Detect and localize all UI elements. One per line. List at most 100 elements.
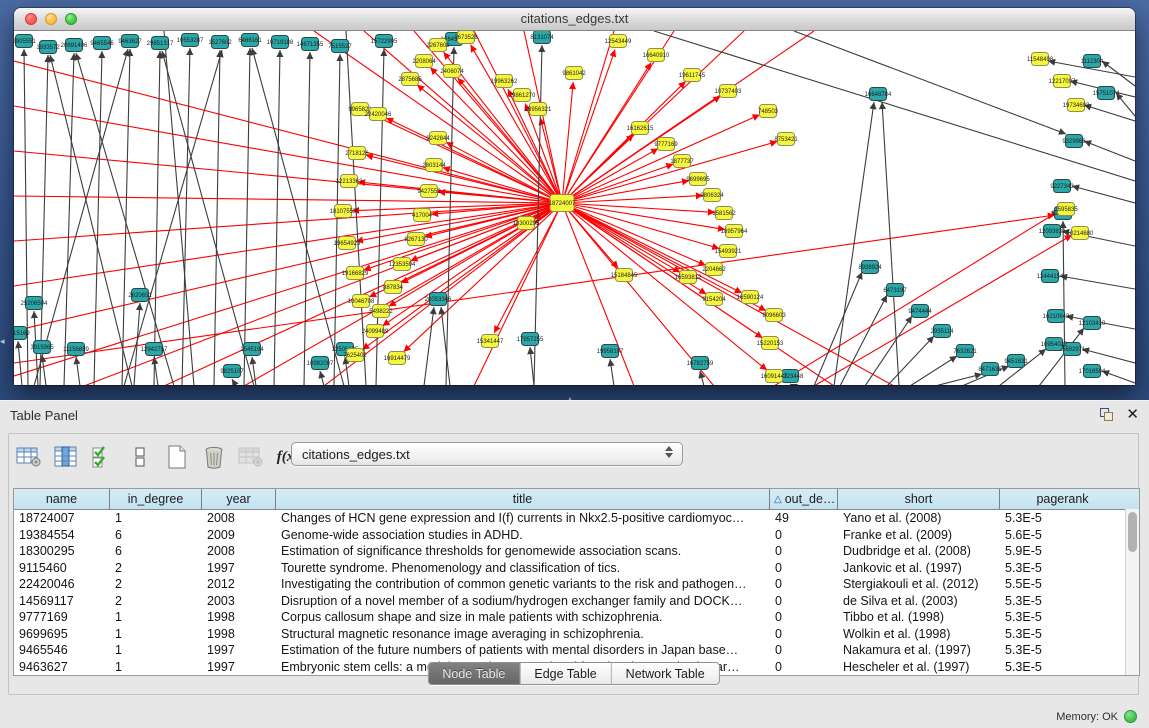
- graph-node-label: 8938924: [858, 265, 882, 271]
- graph-edge: [14, 196, 562, 203]
- network-view[interactable]: 1872400729055511933572206914069465546946…: [14, 31, 1135, 385]
- table-cell: 5.3E-5: [1000, 642, 1125, 659]
- table-cell: 0: [770, 560, 838, 577]
- column-header-out_de[interactable]: △out_de…: [770, 489, 838, 509]
- graph-edge: [562, 203, 634, 385]
- graph-edge: [441, 307, 450, 385]
- table-row[interactable]: 1872400712008Changes of HCN gene express…: [14, 510, 1139, 527]
- column-header-name[interactable]: name: [14, 489, 110, 509]
- table-row[interactable]: 1830029562008Estimation of significance …: [14, 543, 1139, 560]
- graph-node-label: 9227343: [1050, 184, 1074, 190]
- graph-edge: [1060, 276, 1135, 289]
- vertical-scrollbar[interactable]: [1125, 509, 1139, 675]
- table-cell: Estimation of the future numbers of pati…: [276, 642, 770, 659]
- table-body[interactable]: 1872400712008Changes of HCN gene express…: [14, 510, 1139, 675]
- table-cell: 1998: [202, 609, 276, 626]
- graph-node-label: 9861042: [562, 71, 586, 77]
- graph-node-label: 10737403: [715, 89, 742, 95]
- graph-node-label: 16640910: [643, 53, 670, 59]
- table-cell: Tourette syndrome. Phenomenology and cla…: [276, 560, 770, 577]
- graph-node-label: 11156889: [63, 347, 89, 353]
- graph-edge: [64, 53, 74, 385]
- table-row[interactable]: 2242004622012Investigating the contribut…: [14, 576, 1139, 593]
- column-header-year[interactable]: year: [202, 489, 276, 509]
- tab-network-table[interactable]: Network Table: [612, 663, 719, 684]
- graph-edge: [320, 371, 324, 385]
- memory-label: Memory: OK: [1056, 711, 1118, 723]
- graph-node-label: 8131074: [530, 35, 554, 41]
- graph-edge: [935, 374, 982, 385]
- table-cell: 5.3E-5: [1000, 659, 1125, 676]
- graph-node-label: 20691406: [61, 43, 88, 49]
- graph-node-label: 9465546: [90, 41, 114, 47]
- window-titlebar[interactable]: citations_edges.txt: [14, 8, 1135, 31]
- graph-edge: [304, 52, 310, 385]
- table-cell: 0: [770, 659, 838, 676]
- column-header-in_degree[interactable]: in_degree: [110, 489, 202, 509]
- table-cell: 1997: [202, 659, 276, 676]
- table-cell: 5.3E-5: [1000, 593, 1125, 610]
- table-panel-title: Table Panel: [10, 408, 78, 423]
- graph-node-label: 18107553: [330, 209, 357, 215]
- graph-node-label: 16590124: [737, 295, 764, 301]
- table-row[interactable]: 911546021997Tourette syndrome. Phenomeno…: [14, 560, 1139, 577]
- table-cell: 18724007: [14, 510, 110, 527]
- float-window-icon[interactable]: [1100, 408, 1115, 421]
- table-cell: 5.9E-5: [1000, 543, 1125, 560]
- graph-node-label: 1527602: [208, 40, 232, 46]
- column-header-pagerank[interactable]: pagerank: [1000, 489, 1125, 509]
- table-cell: Hescheler et al. (1997): [838, 659, 1000, 676]
- tab-edge-table[interactable]: Edge Table: [520, 663, 611, 684]
- table-header-row[interactable]: namein_degreeyeartitle△out_de…shortpager…: [14, 489, 1139, 510]
- table-cell: 9463627: [14, 659, 110, 676]
- table-toolbar: f(x): [15, 440, 302, 474]
- graph-node-label: 19861270: [509, 93, 536, 99]
- graph-node-label: 1545194: [240, 347, 264, 353]
- select-all-checkboxes-icon[interactable]: [89, 443, 117, 471]
- network-canvas[interactable]: 1872400729055511933572206914069465546946…: [14, 31, 1135, 385]
- graph-node-label: 9777169: [654, 142, 678, 148]
- table-cell: 2008: [202, 510, 276, 527]
- graph-edge: [814, 272, 862, 385]
- new-file-icon[interactable]: [163, 443, 191, 471]
- close-icon[interactable]: ✕: [1126, 405, 1139, 423]
- table-cell: 49: [770, 510, 838, 527]
- graph-node-label: 20053346: [425, 297, 452, 303]
- table-row[interactable]: 1938455462009Genome-wide association stu…: [14, 527, 1139, 544]
- table-type-tabs: Node TableEdge TableNetwork Table: [427, 662, 719, 685]
- table-cell: 2009: [202, 527, 276, 544]
- table-cell: 18300295: [14, 543, 110, 560]
- table-cell: 5.3E-5: [1000, 626, 1125, 643]
- table-cell: 22420046: [14, 576, 110, 593]
- table-row[interactable]: 977716911998Corpus callosum shape and si…: [14, 609, 1139, 626]
- tab-node-table[interactable]: Node Table: [428, 663, 520, 684]
- graph-node-label: 18957964: [721, 229, 748, 235]
- table-cell: 5.6E-5: [1000, 527, 1125, 544]
- desktop-background: citations_edges.txt 18724007290555119335…: [0, 0, 1149, 400]
- table-cell: Changes of HCN gene expression and I(f) …: [276, 510, 770, 527]
- table-row[interactable]: 969969511998Structural magnetic resonanc…: [14, 626, 1139, 643]
- select-columns-icon[interactable]: [52, 443, 80, 471]
- graph-node-label: 29851317: [147, 41, 174, 47]
- graph-node-label: 2935114: [931, 329, 955, 335]
- table-cell: 0: [770, 593, 838, 610]
- column-header-short[interactable]: short: [838, 489, 1000, 509]
- table-row[interactable]: 1456911722003Disruption of a novel membe…: [14, 593, 1139, 610]
- graph-node-label: 18300295: [513, 221, 540, 227]
- table-selector-dropdown[interactable]: citations_edges.txt: [291, 442, 683, 466]
- graph-node-label: 9329966: [1062, 139, 1086, 145]
- table-cell: 0: [770, 527, 838, 544]
- graph-node-label: 12103410: [1079, 321, 1106, 327]
- table-cell: Genome-wide association studies in ADHD.: [276, 527, 770, 544]
- row-height-icon[interactable]: [126, 443, 154, 471]
- table-row[interactable]: 946554611997Estimation of the future num…: [14, 642, 1139, 659]
- delete-icon[interactable]: [200, 443, 228, 471]
- graph-node-label: 15493921: [715, 249, 742, 255]
- scrollbar-thumb[interactable]: [1128, 512, 1137, 552]
- graph-node-label: 2208064: [412, 59, 436, 65]
- graph-node-label: 12217097: [1049, 79, 1076, 85]
- column-header-title[interactable]: title: [276, 489, 770, 509]
- table-panel-frame: f(x) citations_edges.txt namein_degreeye…: [8, 433, 1139, 695]
- table-cell: 5.3E-5: [1000, 510, 1125, 527]
- table-options-icon[interactable]: [15, 443, 43, 471]
